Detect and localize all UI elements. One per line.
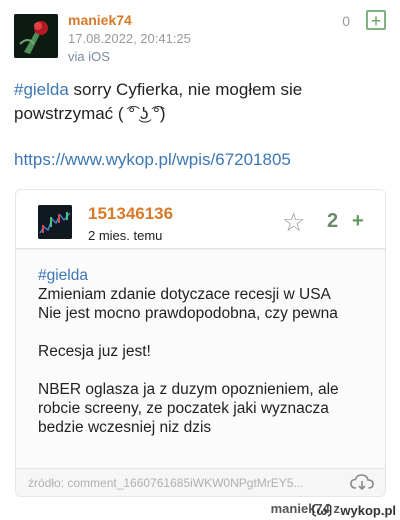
embed-avatar[interactable] <box>38 205 72 239</box>
embed-username[interactable]: 151346136 <box>88 204 173 224</box>
embed-time: 2 mies. temu <box>88 228 163 243</box>
wykop-logo: 〔ω〕wykop.pl <box>303 500 396 519</box>
source-text[interactable]: źródło: comment_1660761685iWKW0NPgtMrEY5… <box>28 476 303 490</box>
embed-vote-count: 2 <box>327 210 339 232</box>
embedded-post: 151346136 2 mies. temu ☆ 2 + #gielda Zmi… <box>15 189 386 497</box>
post-header: maniek74 17.08.2022, 20:41:25 via iOS 0 … <box>14 10 386 64</box>
author-avatar[interactable] <box>14 14 58 58</box>
embed-line: NBER oglasza ja z duzym opoznieniem, ale… <box>38 381 339 436</box>
logo-text: wykop.pl <box>340 503 396 518</box>
embed-line: Recesja juz jest! <box>38 343 151 360</box>
embed-line: Zmieniam zdanie dotyczace recesji w USA <box>38 286 331 303</box>
source-bar: źródło: comment_1660761685iWKW0NPgtMrEY5… <box>16 468 385 496</box>
embed-header: 151346136 2 mies. temu ☆ 2 + <box>16 190 385 249</box>
embed-body: #gielda Zmieniam zdanie dotyczace recesj… <box>38 266 368 437</box>
post-body: #gielda sorry Cyfierka, nie mogłem sie p… <box>14 78 386 126</box>
post-link[interactable]: https://www.wykop.pl/wpis/67201805 <box>14 150 291 170</box>
embed-tag[interactable]: #gielda <box>38 266 368 285</box>
embed-line: Nie jest mocno prawdopodobna, czy pewna <box>38 305 338 322</box>
vote-count: 0 <box>342 13 350 29</box>
cloud-download-icon[interactable] <box>349 472 375 492</box>
upvote-button[interactable]: + <box>366 10 386 31</box>
star-icon[interactable]: ☆ <box>282 209 305 235</box>
post-via: via iOS <box>68 49 110 64</box>
author-name[interactable]: maniek74 <box>68 12 132 28</box>
footer: maniek74 z 〔ω〕wykop.pl <box>0 498 400 520</box>
embed-upvote-button[interactable]: + <box>352 210 364 233</box>
post-tag[interactable]: #gielda <box>14 80 69 99</box>
logo-mark-icon: 〔ω〕 <box>303 503 341 518</box>
post-date: 17.08.2022, 20:41:25 <box>68 31 191 46</box>
